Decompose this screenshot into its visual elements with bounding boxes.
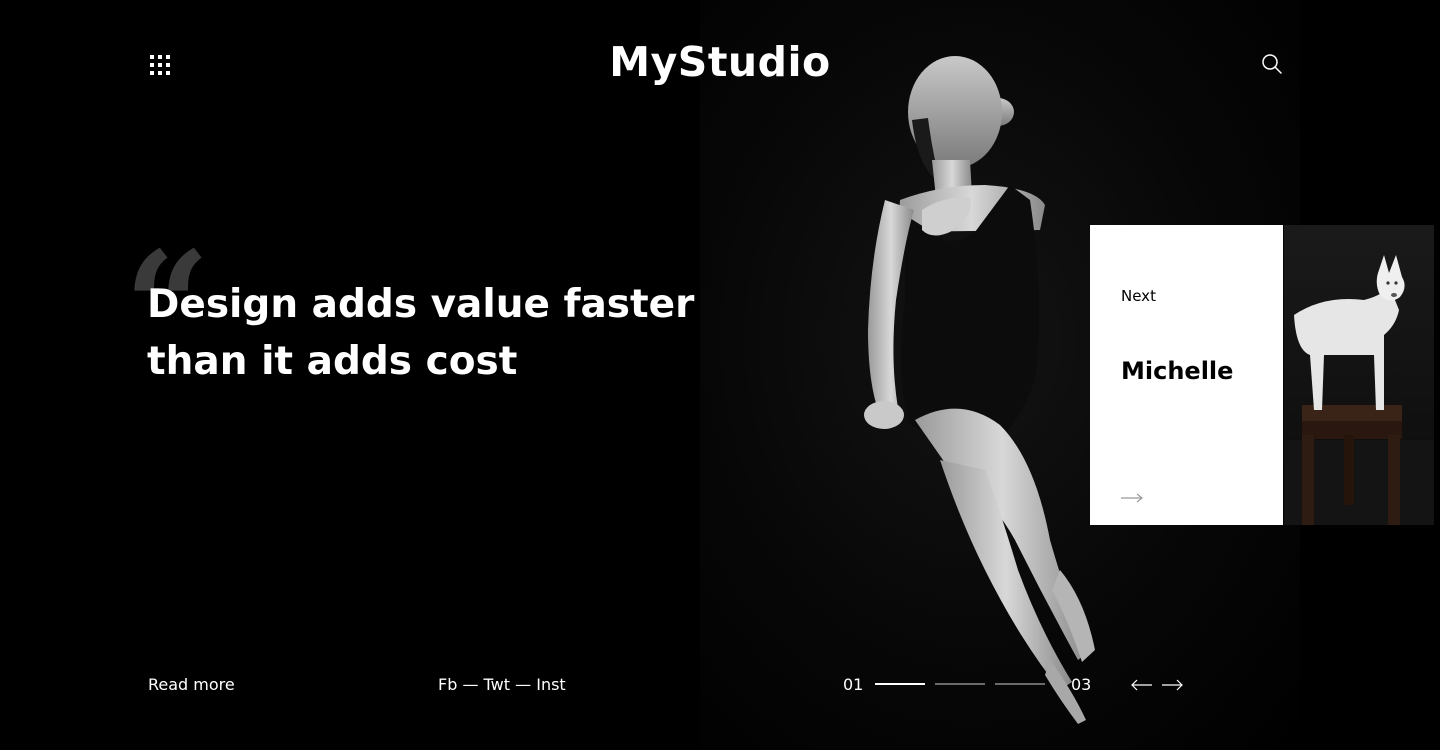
next-slide-thumbnail[interactable] [1284, 225, 1434, 525]
menu-dot [150, 63, 154, 67]
search-icon[interactable] [1260, 52, 1284, 76]
menu-dot [158, 71, 162, 75]
next-slide-card[interactable]: Next Michelle [1090, 225, 1283, 525]
social-links: Fb — Twt — Inst [438, 675, 566, 694]
social-separator: — [515, 675, 532, 694]
white-dog-image [1284, 255, 1434, 525]
social-link-inst[interactable]: Inst [536, 675, 565, 694]
next-label: Next [1121, 287, 1156, 305]
pager-current-number: 01 [843, 675, 864, 694]
grid-menu-icon[interactable] [150, 55, 170, 75]
read-more-link[interactable]: Read more [148, 675, 235, 694]
menu-dot [166, 63, 170, 67]
headline-line-1: Design adds value faster [147, 282, 695, 327]
menu-dot [150, 71, 154, 75]
menu-dot [166, 55, 170, 59]
pager-indicator-1[interactable] [875, 683, 925, 685]
arrow-right-icon[interactable] [1160, 677, 1184, 691]
hero-headline: Design adds value faster than it adds co… [147, 276, 707, 390]
social-link-twt[interactable]: Twt [484, 675, 510, 694]
arrow-right-icon[interactable] [1120, 489, 1144, 508]
menu-dot [166, 71, 170, 75]
arrow-left-icon[interactable] [1130, 677, 1154, 691]
menu-dot [158, 55, 162, 59]
site-logo[interactable]: MyStudio [609, 38, 830, 86]
headline-line-2: than it adds cost [147, 339, 518, 384]
menu-dot [150, 55, 154, 59]
pager-indicator-2[interactable] [935, 683, 985, 685]
menu-dot [158, 63, 162, 67]
social-separator: — [462, 675, 479, 694]
pager-indicator-3[interactable] [995, 683, 1045, 685]
next-slide-name: Michelle [1121, 357, 1234, 385]
social-link-fb[interactable]: Fb [438, 675, 457, 694]
pager-total-number: 03 [1071, 675, 1092, 694]
